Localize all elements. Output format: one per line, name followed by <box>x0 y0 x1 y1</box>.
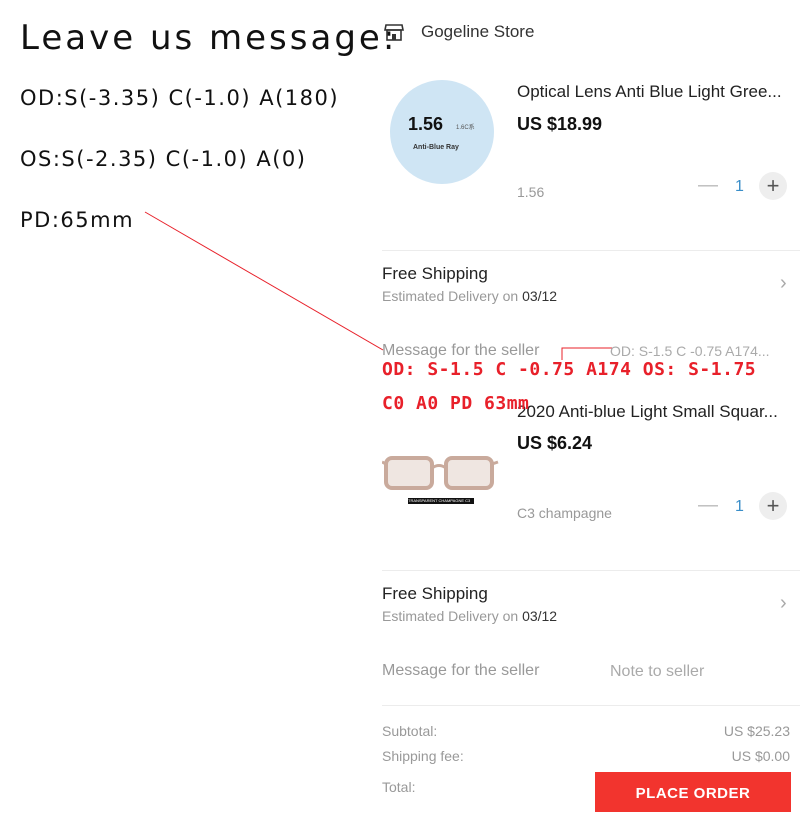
shipping-title[interactable]: Free Shipping <box>382 264 488 284</box>
shipping-fee-label: Shipping fee: <box>382 748 464 764</box>
item-variant[interactable]: 1.56 <box>517 184 544 200</box>
annotation-line-2: C0 A0 PD 63mm <box>382 393 530 414</box>
qty-value[interactable]: 1 <box>735 178 744 196</box>
shipping-fee-value: US $0.00 <box>731 748 790 764</box>
item-variant[interactable]: C3 champagne <box>517 505 612 521</box>
shipping-estimate: Estimated Delivery on 03/12 <box>382 288 557 304</box>
item-price: US $18.99 <box>517 114 603 134</box>
lens-sub-label: Anti-Blue Ray <box>413 144 459 151</box>
lens-mini-label: 1.6C系 <box>456 125 475 131</box>
glasses-caption: TRANSPARENT CHAMPAGNE C3 <box>408 498 471 503</box>
subtotal-label: Subtotal: <box>382 723 438 739</box>
message-label: Message for the seller <box>382 342 540 359</box>
qty-value[interactable]: 1 <box>735 498 744 516</box>
message-label: Message for the seller <box>382 662 540 679</box>
store-name[interactable]: Gogeline Store <box>421 22 534 42</box>
qty-decrease-button[interactable]: — <box>698 494 718 517</box>
place-order-button[interactable]: PLACE ORDER <box>595 772 791 812</box>
divider <box>382 705 800 706</box>
shipping-estimate-prefix: Estimated Delivery on <box>382 288 519 304</box>
total-label: Total: <box>382 779 416 795</box>
message-input[interactable]: OD: S-1.5 C -0.75 A174... <box>610 343 770 359</box>
shipping-estimate-prefix: Estimated Delivery on <box>382 608 519 624</box>
note-to-seller-input[interactable]: Note to seller <box>610 663 704 681</box>
store-icon <box>384 24 404 41</box>
divider <box>382 570 800 571</box>
qty-increase-button[interactable]: + <box>759 492 787 520</box>
subtotal-value: US $25.23 <box>723 723 790 739</box>
shipping-estimate: Estimated Delivery on 03/12 <box>382 608 557 624</box>
shipping-date: 03/12 <box>522 608 558 624</box>
annotation-line-1: OD: S-1.5 C -0.75 A174 OS: S-1.75 <box>382 359 757 380</box>
shipping-title[interactable]: Free Shipping <box>382 584 488 604</box>
lens-index-label: 1.56 <box>408 114 444 134</box>
divider <box>382 250 800 251</box>
item-title[interactable]: 2020 Anti-blue Light Small Squar... <box>517 402 778 422</box>
qty-decrease-button[interactable]: — <box>698 174 718 197</box>
chevron-right-icon[interactable]: › <box>780 592 787 615</box>
item-price: US $6.24 <box>517 433 593 453</box>
chevron-right-icon[interactable]: › <box>780 272 787 295</box>
shipping-date: 03/12 <box>522 288 558 304</box>
item-title[interactable]: Optical Lens Anti Blue Light Gree... <box>517 82 782 102</box>
qty-increase-button[interactable]: + <box>759 172 787 200</box>
